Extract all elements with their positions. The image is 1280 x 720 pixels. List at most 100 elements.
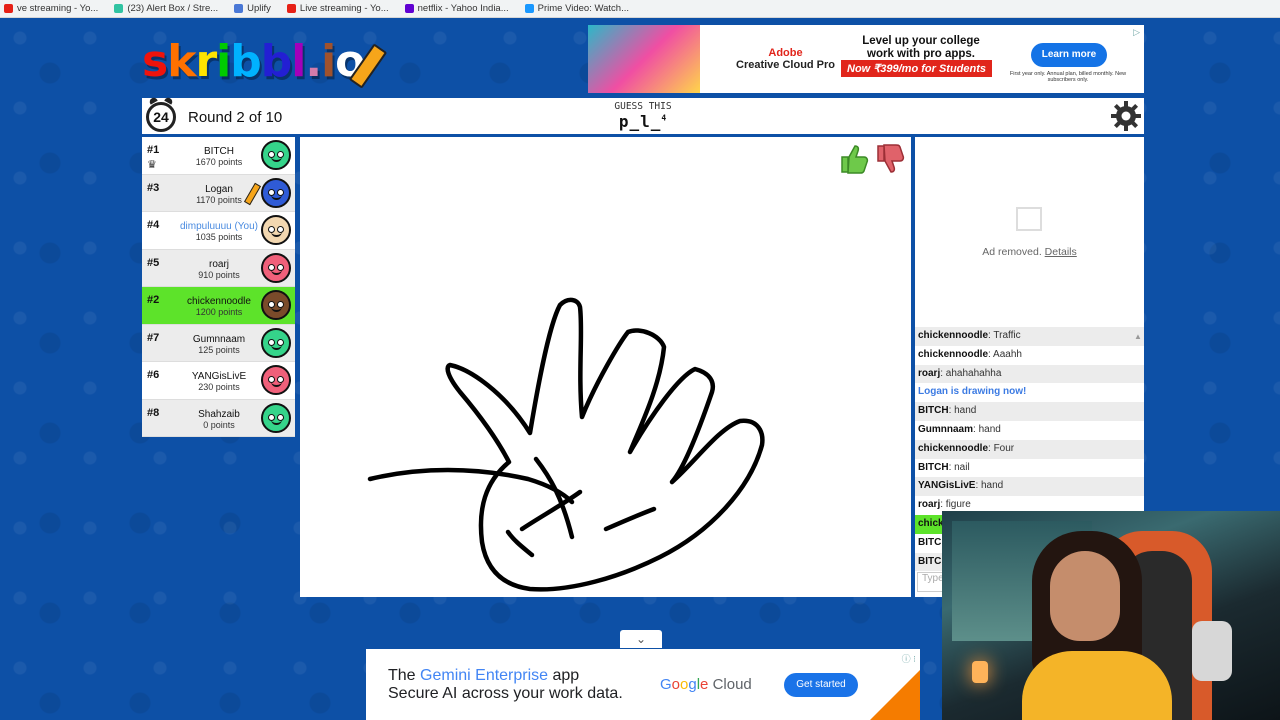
ad-line-1-highlight: Gemini Enterprise <box>420 667 549 684</box>
bookmark-favicon-icon <box>404 4 414 13</box>
bookmark-label: Live streaming - Yo... <box>299 3 389 14</box>
settings-gear-icon[interactable] <box>1110 100 1142 132</box>
avatar-mouth <box>271 381 282 387</box>
chat-user: chick <box>918 517 944 529</box>
ad-removed-icon <box>1016 207 1042 231</box>
logo-letter: l <box>291 36 306 87</box>
chat-user: chickennoodle <box>918 330 989 341</box>
thumbs-down-icon[interactable] <box>872 142 906 176</box>
ad-fine-print: First year only. Annual plan, billed mon… <box>1009 71 1127 83</box>
ad-line-1-pre: The <box>388 667 421 684</box>
google-letter: G <box>660 676 672 693</box>
player-row[interactable]: #5 roarj 910 points <box>142 249 295 287</box>
ad-removed-label: Ad removed. <box>982 246 1042 258</box>
bookmark-item[interactable]: (23) Alert Box / Stre... <box>114 3 218 14</box>
google-letter: e <box>700 676 709 693</box>
bottom-ad-banner[interactable]: The Gemini Enterprise app Secure AI acro… <box>366 649 920 720</box>
chat-user: BITC <box>918 555 942 567</box>
ad-info-icon[interactable]: ⓘ ⁝ <box>902 652 916 665</box>
bookmark-label: ve streaming - Yo... <box>17 3 99 14</box>
player-row[interactable]: #2 chickennoodle 1200 points <box>142 287 295 325</box>
ad-decoration <box>870 670 920 720</box>
player-points: 910 points <box>198 269 240 280</box>
chat-text: Traffic <box>993 330 1021 341</box>
chat-message: chickennoodle: Aaahh <box>915 346 1144 365</box>
player-row[interactable]: #4 dimpuluuuu (You) 1035 points <box>142 212 295 250</box>
ad-learn-more-button[interactable]: Learn more <box>1031 43 1107 67</box>
chat-message: YANGisLivE: hand <box>915 477 1144 497</box>
chat-user: roarj <box>918 367 941 379</box>
player-rank: #2 <box>147 294 160 306</box>
player-name: Gumnnaam <box>192 333 246 345</box>
ad-choices-icon[interactable]: ▷ <box>1133 27 1140 38</box>
get-started-button[interactable]: Get started <box>784 673 858 697</box>
bookmark-item[interactable]: ve streaming - Yo... <box>4 3 98 14</box>
player-avatar <box>261 177 291 208</box>
player-row[interactable]: #3 Logan 1170 points <box>142 174 295 212</box>
logo-letter: k <box>167 36 196 87</box>
webcam-person-face <box>1050 551 1120 641</box>
player-row[interactable]: #8 Shahzaib 0 points <box>142 399 295 437</box>
logo-letter: b <box>260 36 292 87</box>
chat-message: roarj: ahahahahha <box>915 364 1144 384</box>
player-row[interactable]: #1 BITCH 1670 points ♛ <box>142 137 295 175</box>
bookmark-favicon-icon <box>286 4 296 13</box>
thumbs-up-icon[interactable] <box>836 142 870 176</box>
drawing-canvas[interactable] <box>300 137 911 597</box>
logo-letter: b <box>230 36 261 87</box>
collapse-ad-chevron-icon[interactable]: ⌄ <box>620 630 662 648</box>
player-points: 125 points <box>198 344 240 355</box>
avatar-mouth <box>271 419 282 425</box>
chat-text: ahahahahha <box>945 367 1002 379</box>
player-rank: #1 <box>147 144 160 156</box>
ad-line-1-post: app <box>548 667 580 684</box>
player-row[interactable]: #7 Gumnnaam 125 points <box>142 324 295 362</box>
player-avatar <box>261 402 291 433</box>
chat-user: chickennoodle <box>918 442 989 454</box>
bookmark-item[interactable]: netflix - Yahoo India... <box>404 3 509 14</box>
bookmark-favicon-icon <box>114 4 124 13</box>
player-row[interactable]: #6 YANGisLivE 230 points <box>142 362 295 400</box>
google-cloud-logo: Google Cloud <box>660 676 752 693</box>
chat-user: YANGisLivE <box>918 480 976 492</box>
bookmark-item[interactable]: Live streaming - Yo... <box>286 3 389 14</box>
chat-message: Gumnnaam: hand <box>915 421 1144 440</box>
chat-user: BITC <box>918 536 942 548</box>
chat-message: BITCH: hand <box>915 402 1144 421</box>
player-rank: #8 <box>147 406 160 419</box>
hand-drawing <box>367 297 765 592</box>
game-header: 24 Round 2 of 10 GUESS THIS p_l_4 <box>142 98 1144 134</box>
chat-input-placeholder: Type <box>922 573 944 584</box>
bookmark-label: netflix - Yahoo India... <box>417 3 509 14</box>
player-avatar <box>261 140 291 170</box>
bookmark-label: Prime Video: Watch... <box>537 3 629 14</box>
chat-user: chickennoodle <box>918 348 989 360</box>
ad-details-link[interactable]: Details <box>1045 246 1077 258</box>
player-points: 1200 points <box>195 307 243 317</box>
chat-text: figure <box>945 499 971 511</box>
ad-removed-text: Ad removed. Details <box>915 246 1144 258</box>
player-rank: #4 <box>147 219 160 231</box>
bookmark-item[interactable]: Prime Video: Watch... <box>524 3 629 14</box>
ad-offer: Now ₹399/mo for Students <box>841 60 993 77</box>
avatar-mouth <box>271 344 282 350</box>
player-name: BITCH <box>204 146 234 157</box>
bookmark-item[interactable]: Uplify <box>234 3 271 14</box>
player-list: #1 BITCH 1670 points ♛ #3 Logan 1170 points #4 d… <box>142 137 295 437</box>
logo-letter: r <box>195 36 217 87</box>
logo-letter: . <box>305 36 322 87</box>
chat-message: Logan is drawing now! <box>918 386 1027 398</box>
player-points: 0 points <box>203 419 235 430</box>
player-name: roarj <box>208 258 229 270</box>
ad-line-1: The Gemini Enterprise app <box>388 667 579 685</box>
chat-scroll-up-icon[interactable]: ▲ <box>1134 332 1142 341</box>
chat-text: hand <box>981 480 1004 492</box>
ad-line-2: Secure AI across your work data. <box>388 685 623 702</box>
streamer-webcam <box>942 511 1280 720</box>
avatar-mouth <box>271 231 282 237</box>
webcam-person-shirt <box>1022 651 1172 720</box>
chat-user: BITCH <box>918 405 949 417</box>
guess-label: GUESS THIS <box>614 101 672 112</box>
chat-text: Four <box>993 442 1015 454</box>
top-ad-banner[interactable]: Adobe Creative Cloud Pro Level up your c… <box>588 25 1144 93</box>
